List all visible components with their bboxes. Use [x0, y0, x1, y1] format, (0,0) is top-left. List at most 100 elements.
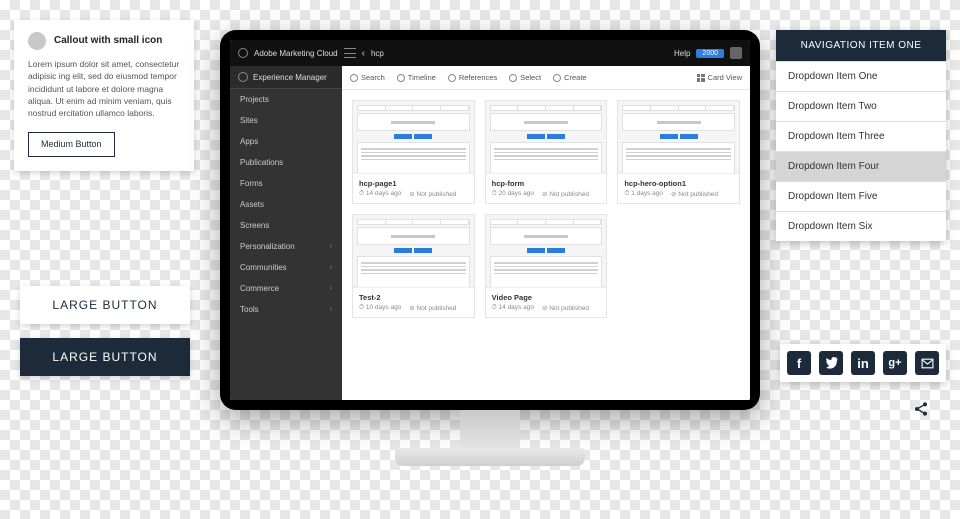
sidenav-item-label: Projects — [240, 95, 269, 104]
chevron-right-icon: › — [330, 306, 332, 313]
card-age: ⏱ 14 days ago — [359, 190, 401, 198]
view-switch[interactable]: Card View — [697, 73, 742, 82]
page-card[interactable]: Test-2 ⏱ 10 days ago ⊘ Not published — [352, 214, 475, 318]
sidenav-item-label: Communities — [240, 263, 287, 272]
callout-title: Callout with small icon — [54, 34, 162, 49]
sidenav-item-label: Forms — [240, 179, 263, 188]
sidenav-item-label: Personalization — [240, 242, 295, 251]
sidenav-item-label: Sites — [240, 116, 258, 125]
card-grid: hcp-page1⏱ 14 days ago⊘ Not publishedhcp… — [342, 90, 750, 400]
monitor-base — [395, 448, 585, 466]
dropdown-item[interactable]: Dropdown Item One — [776, 61, 946, 91]
card-age: ⏱ 14 days ago — [492, 304, 534, 312]
callout-body: Lorem ipsum dolor sit amet, consectetur … — [28, 58, 180, 120]
toolbar-references[interactable]: References — [448, 73, 497, 82]
card-name: Test-2 — [359, 293, 468, 302]
card-thumbnail — [353, 101, 474, 173]
toolbar-create[interactable]: Create — [553, 73, 587, 82]
adobe-logo-icon — [238, 48, 248, 58]
card-age: ⏱ 10 days ago — [359, 304, 401, 312]
card-name: hcp-page1 — [359, 179, 468, 188]
card-name: Video Page — [492, 293, 601, 302]
linkedin-icon[interactable]: in — [851, 351, 875, 375]
chevron-right-icon: › — [330, 243, 332, 250]
sidenav-item-apps[interactable]: Apps — [230, 131, 342, 152]
sidenav-item-label: Screens — [240, 221, 269, 230]
brand-label: Adobe Marketing Cloud — [254, 49, 338, 58]
dropdown-item[interactable]: Dropdown Item Six — [776, 211, 946, 241]
twitter-icon[interactable] — [819, 351, 843, 375]
create-icon — [553, 74, 561, 82]
toolbar-timeline[interactable]: Timeline — [397, 73, 436, 82]
action-toolbar: Search Timeline References Select Create Car… — [342, 66, 750, 90]
page-card[interactable]: hcp-form ⏱ 20 days ago ⊘ Not published — [485, 100, 608, 204]
select-icon — [509, 74, 517, 82]
sidenav-item-forms[interactable]: Forms — [230, 173, 342, 194]
monitor-frame: Adobe Marketing Cloud ‹ hcp Help 2000 Ex… — [220, 30, 760, 410]
toolbar-label: Select — [520, 73, 541, 82]
dropdown-item[interactable]: Dropdown Item Two — [776, 91, 946, 121]
search-icon — [350, 74, 358, 82]
sidenav-item-screens[interactable]: Screens — [230, 215, 342, 236]
page-card[interactable]: Video Page ⏱ 14 days ago ⊘ Not published — [485, 214, 608, 318]
sidenav-item-projects[interactable]: Projects — [230, 89, 342, 110]
card-age: ⏱ 1 days ago — [624, 190, 663, 198]
dropdown-item[interactable]: Dropdown Item Four — [776, 151, 946, 181]
references-icon — [448, 74, 456, 82]
monitor-neck — [460, 410, 520, 450]
chevron-right-icon: › — [330, 264, 332, 271]
side-nav: Experience Manager Projects Sites Apps Publ… — [230, 66, 342, 400]
sidenav-item-assets[interactable]: Assets — [230, 194, 342, 215]
card-thumbnail — [486, 101, 607, 173]
card-status: ⊘ Not published — [409, 190, 456, 198]
card-status: ⊘ Not published — [542, 304, 589, 312]
view-label: Card View — [708, 73, 742, 82]
sidenav-item-label: Assets — [240, 200, 264, 209]
large-button-light[interactable]: LARGE BUTTON — [20, 286, 190, 324]
sidenav-item-publications[interactable]: Publications — [230, 152, 342, 173]
page-card[interactable]: hcp-hero-option1⏱ 1 days ago⊘ Not publis… — [617, 100, 740, 204]
share-icon[interactable] — [910, 398, 932, 420]
card-status: ⊘ Not published — [542, 190, 589, 198]
email-icon[interactable] — [915, 351, 939, 375]
breadcrumb[interactable]: hcp — [371, 49, 384, 58]
sidenav-item-personalization[interactable]: Personalization › — [230, 236, 342, 257]
hamburger-icon[interactable] — [344, 48, 356, 58]
card-thumbnail — [618, 101, 739, 173]
sidenav-item-communities[interactable]: Communities › — [230, 257, 342, 278]
toolbar-search[interactable]: Search — [350, 73, 385, 82]
sidenav-item-label: Publications — [240, 158, 283, 167]
toolbar-label: References — [459, 73, 497, 82]
callout-card: Callout with small icon Lorem ipsum dolo… — [14, 20, 194, 171]
avatar[interactable] — [730, 47, 742, 59]
medium-button[interactable]: Medium Button — [28, 132, 115, 157]
sidenav-item-label: Apps — [240, 137, 258, 146]
sidenav-item-tools[interactable]: Tools› — [230, 299, 342, 320]
sidenav-item-label: Commerce — [240, 284, 279, 293]
toolbar-select[interactable]: Select — [509, 73, 541, 82]
toolbar-label: Timeline — [408, 73, 436, 82]
dropdown-item[interactable]: Dropdown Item Three — [776, 121, 946, 151]
help-link[interactable]: Help — [674, 49, 690, 58]
back-icon[interactable]: ‹ — [362, 48, 365, 59]
large-button-dark[interactable]: LARGE BUTTON — [20, 338, 190, 376]
nav-dropdown-head[interactable]: NAVIGATION ITEM ONE — [776, 30, 946, 61]
card-name: hcp-form — [492, 179, 601, 188]
product-brand[interactable]: Experience Manager — [230, 66, 342, 89]
timeline-icon — [397, 74, 405, 82]
sidenav-item-commerce[interactable]: Commerce › — [230, 278, 342, 299]
card-age: ⏱ 20 days ago — [492, 190, 534, 198]
app-topbar: Adobe Marketing Cloud ‹ hcp Help 2000 — [230, 40, 750, 66]
card-status: ⊘ Not published — [409, 304, 456, 312]
sidenav-item-sites[interactable]: Sites — [230, 110, 342, 131]
chevron-right-icon: › — [330, 285, 332, 292]
notification-badge[interactable]: 2000 — [696, 49, 724, 58]
facebook-icon[interactable]: f — [787, 351, 811, 375]
google-plus-icon[interactable]: g+ — [883, 351, 907, 375]
product-label: Experience Manager — [253, 73, 327, 82]
social-bar: f in g+ — [780, 344, 946, 382]
nav-dropdown: NAVIGATION ITEM ONE Dropdown Item OneDro… — [776, 30, 946, 241]
page-card[interactable]: hcp-page1 ⏱ 14 days ago ⊘ Not published — [352, 100, 475, 204]
card-thumbnail — [486, 215, 607, 287]
dropdown-item[interactable]: Dropdown Item Five — [776, 181, 946, 211]
